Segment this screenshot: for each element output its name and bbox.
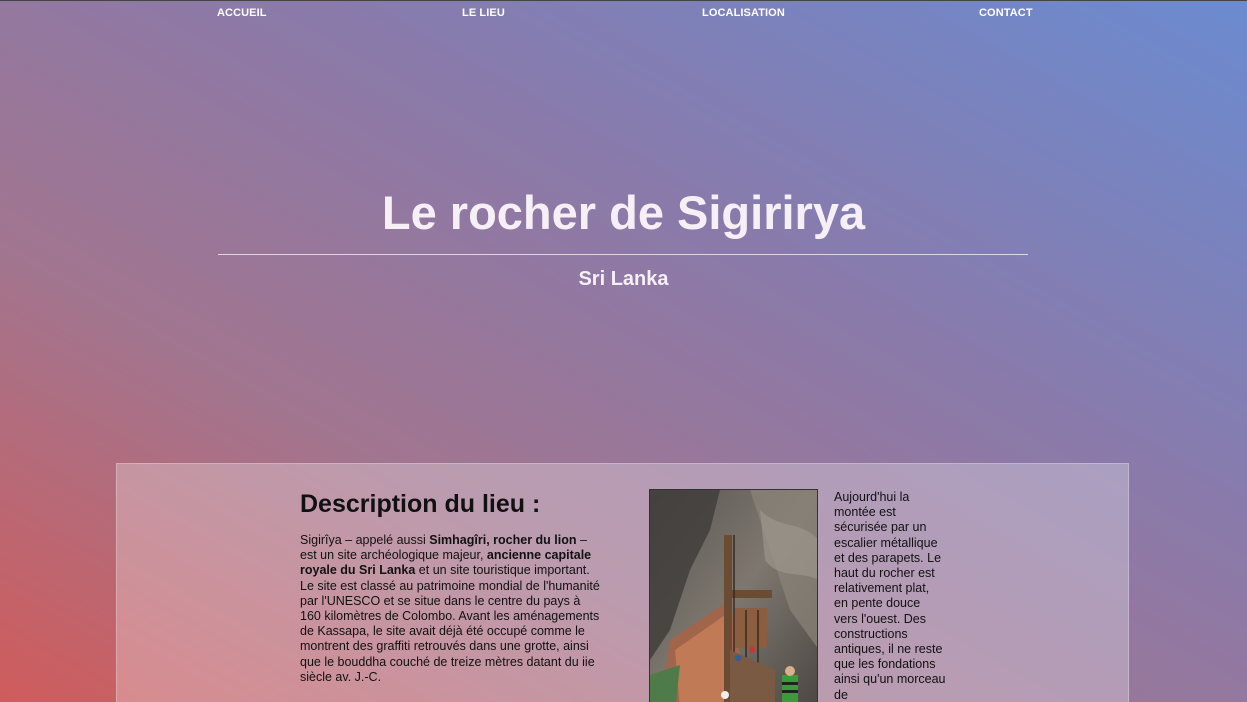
- nav-link-localisation[interactable]: LOCALISATION: [702, 7, 785, 19]
- nav-link-le-lieu[interactable]: LE LIEU: [462, 7, 505, 19]
- description-paragraph: Sigirîya – appelé aussi Simhagîri, roche…: [300, 533, 600, 685]
- desc-bold-1: Simhagîri, rocher du lion: [429, 533, 577, 547]
- page-title: Le rocher de Sigirirya: [381, 186, 866, 239]
- sigiriya-photo: [649, 489, 818, 702]
- nav-link-accueil[interactable]: ACCUEIL: [217, 7, 267, 19]
- side-paragraph: Aujourd'hui la montée est sécurisée par …: [834, 490, 946, 702]
- content-panel: [116, 463, 1129, 702]
- page-subtitle: Sri Lanka: [578, 268, 669, 290]
- desc-text-3: et un site touristique important. Le sit…: [300, 563, 600, 684]
- nav-link-contact[interactable]: CONTACT: [979, 7, 1033, 19]
- rock-staircase-icon: [650, 490, 817, 702]
- desc-text-1: Sigirîya – appelé aussi: [300, 533, 430, 547]
- description-heading: Description du lieu :: [300, 490, 541, 518]
- title-divider: [218, 254, 1028, 255]
- main-nav: ACCUEIL LE LIEU LOCALISATION CONTACT: [0, 7, 1247, 23]
